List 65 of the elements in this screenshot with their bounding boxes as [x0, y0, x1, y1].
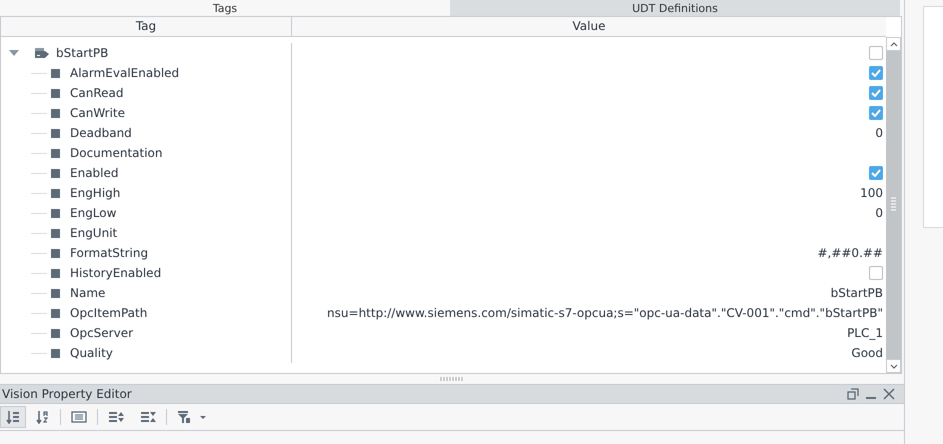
property-name[interactable]: Quality — [70, 344, 113, 362]
alphabetical-sort-icon[interactable] — [36, 410, 50, 424]
property-name[interactable]: OpcItemPath — [70, 304, 148, 322]
property-name[interactable]: Name — [70, 284, 106, 302]
property-name[interactable]: CanRead — [70, 84, 124, 102]
value-text: 0 — [875, 205, 883, 222]
categorized-sort-button[interactable] — [0, 406, 26, 428]
property-icon — [51, 68, 60, 78]
filter-dropdown-icon[interactable] — [177, 410, 207, 424]
property-icon — [51, 348, 60, 358]
property-name[interactable]: HistoryEnabled — [70, 264, 162, 282]
tab[interactable]: UDT Definitions — [450, 0, 900, 16]
tag-folder-icon — [35, 48, 50, 58]
property-name[interactable]: Enabled — [70, 164, 118, 182]
checkbox[interactable] — [869, 266, 883, 280]
property-icon — [51, 168, 60, 178]
expand-all-icon[interactable] — [108, 410, 124, 424]
property-name[interactable]: OpcServer — [70, 324, 134, 342]
checkbox[interactable] — [869, 46, 883, 60]
property-name[interactable]: Documentation — [70, 144, 163, 162]
property-name[interactable]: Deadband — [70, 124, 132, 142]
categorized-sort-icon[interactable] — [6, 410, 20, 424]
property-icon — [51, 268, 60, 278]
value-text: nsu=http://www.siemens.com/simatic-s7-opcua;s="opc-ua-data"."CV-001"."cmd"."bStartPB" — [327, 305, 883, 322]
property-icon — [51, 208, 60, 218]
list-view-icon[interactable] — [71, 411, 87, 423]
property-name[interactable]: EngUnit — [70, 224, 118, 242]
property-icon — [51, 108, 60, 118]
grip-icon[interactable] — [891, 197, 896, 213]
column-header[interactable]: Tag — [1, 17, 292, 36]
property-icon — [51, 328, 60, 338]
property-icon — [51, 308, 60, 318]
checkbox[interactable] — [869, 166, 883, 180]
checkbox[interactable] — [869, 86, 883, 100]
splitter-grip-icon[interactable] — [440, 377, 464, 381]
value-text: 0 — [875, 125, 883, 142]
property-icon — [51, 288, 60, 298]
column-header[interactable]: Value — [292, 17, 886, 36]
expand-toggle-icon[interactable] — [9, 50, 19, 56]
collapse-all-icon[interactable] — [140, 410, 156, 424]
tag-name[interactable]: bStartPB — [56, 44, 108, 62]
value-text: bStartPB — [830, 285, 883, 302]
vertical-scrollbar[interactable] — [886, 37, 901, 373]
property-name[interactable]: EngLow — [70, 204, 116, 222]
value-text: Good — [851, 345, 883, 362]
property-name[interactable]: CanWrite — [70, 104, 126, 122]
property-icon — [51, 128, 60, 138]
panel-title: Vision Property Editor — [2, 386, 132, 403]
property-icon — [51, 228, 60, 238]
value-text: 100 — [860, 185, 883, 202]
property-icon — [51, 248, 60, 258]
value-text: #,##0.## — [817, 245, 883, 262]
close-icon[interactable] — [883, 388, 895, 400]
property-icon — [51, 148, 60, 158]
value-text: PLC_1 — [847, 325, 883, 342]
property-icon — [51, 88, 60, 98]
property-name[interactable]: AlarmEvalEnabled — [70, 64, 180, 82]
property-name[interactable]: FormatString — [70, 244, 148, 262]
checkbox[interactable] — [869, 66, 883, 80]
property-icon — [51, 188, 60, 198]
property-name[interactable]: EngHigh — [70, 184, 120, 202]
scroll-down-icon[interactable] — [890, 364, 898, 368]
scroll-up-icon[interactable] — [890, 42, 898, 46]
restore-icon[interactable] — [847, 388, 859, 400]
checkbox[interactable] — [869, 106, 883, 120]
